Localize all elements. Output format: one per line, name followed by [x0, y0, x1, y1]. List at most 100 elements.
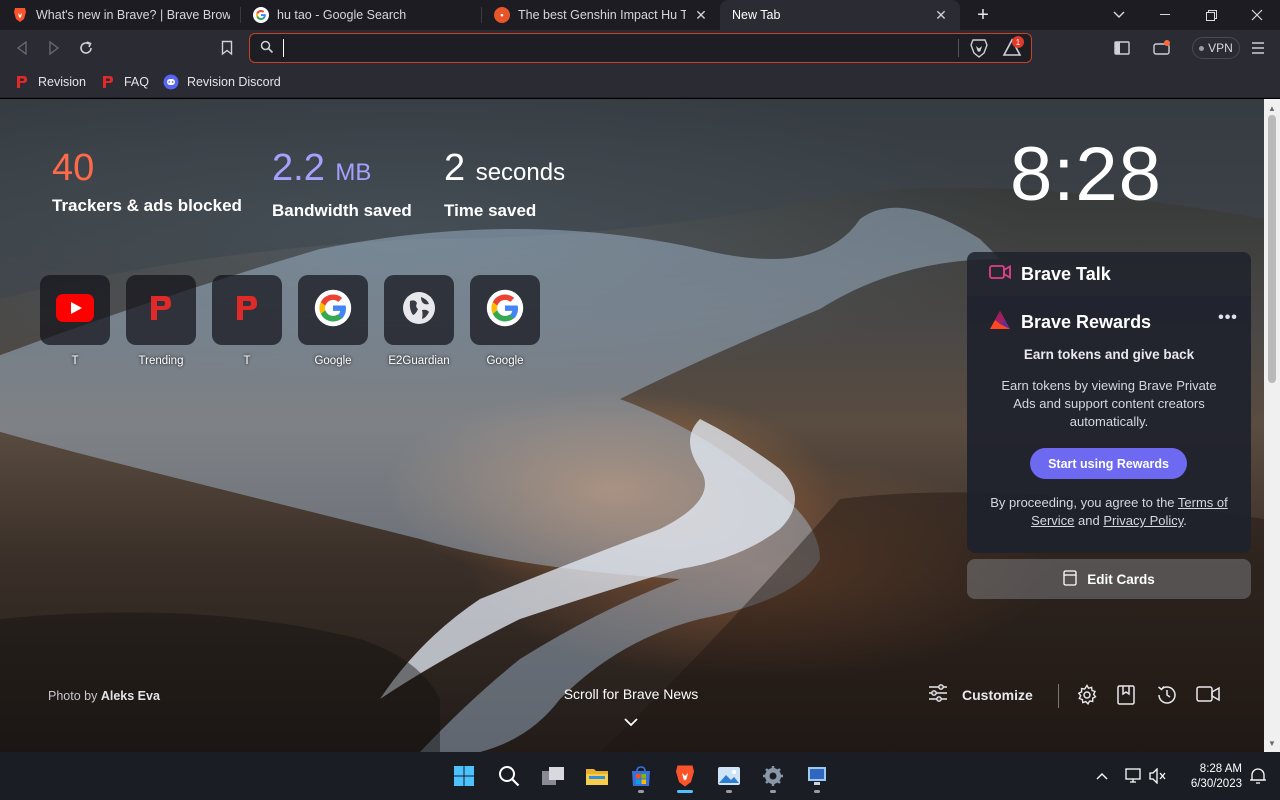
bookmark-icon[interactable]: [215, 36, 239, 60]
close-window-icon[interactable]: [1234, 0, 1280, 30]
close-tab-icon[interactable]: ✕: [932, 6, 950, 24]
scroll-up-icon[interactable]: ▲: [1264, 101, 1280, 115]
tab-title: The best Genshin Impact Hu Tao build: [518, 8, 686, 22]
google-icon: [314, 289, 352, 332]
trackers-label: Trackers & ads blocked: [52, 196, 242, 215]
more-options-icon[interactable]: •••: [1216, 306, 1240, 330]
microsoft-store-icon[interactable]: [629, 764, 653, 788]
new-tab-button[interactable]: +: [968, 0, 998, 30]
bookmarks-icon[interactable]: [1116, 684, 1140, 708]
revision-icon: [235, 293, 259, 328]
scrollbar-thumb[interactable]: [1268, 115, 1276, 383]
brave-browser-taskbar-icon[interactable]: [673, 764, 697, 788]
vpn-button[interactable]: VPN: [1192, 37, 1240, 59]
wallet-icon[interactable]: [1150, 36, 1174, 60]
brave-talk-card[interactable]: Brave Talk: [967, 252, 1251, 296]
remote-desktop-icon[interactable]: [805, 764, 829, 788]
privacy-policy-link[interactable]: Privacy Policy: [1103, 513, 1183, 528]
task-view-icon[interactable]: [541, 764, 565, 788]
stat-trackers: 40 Trackers & ads blocked: [52, 146, 242, 216]
notifications-icon[interactable]: [1246, 764, 1270, 788]
globe-icon: [402, 291, 436, 330]
rewards-subtitle: Earn tokens and give back: [1023, 347, 1195, 362]
bandwidth-value: 2.2: [272, 147, 325, 189]
photographer-link[interactable]: Aleks Eva: [101, 689, 160, 703]
tab-google-search[interactable]: hu tao - Google Search: [241, 0, 481, 30]
revision-icon: [149, 293, 173, 328]
sidebar-icon[interactable]: [1110, 36, 1134, 60]
taskbar-search-icon[interactable]: [497, 764, 521, 788]
bandwidth-unit: MB: [335, 159, 372, 186]
search-icon: [260, 40, 274, 59]
tray-chevron-up-icon[interactable]: [1090, 764, 1114, 788]
bookmark-faq[interactable]: FAQ: [100, 74, 149, 90]
back-icon[interactable]: [10, 36, 34, 60]
address-input[interactable]: [280, 39, 940, 57]
edit-cards-icon: [1063, 569, 1077, 589]
chevron-down-icon[interactable]: [621, 715, 641, 729]
taskbar-date: 6/30/2023: [1190, 778, 1242, 790]
reload-icon[interactable]: [74, 36, 98, 60]
time-value: 2: [444, 147, 466, 189]
settings-app-icon[interactable]: [761, 764, 785, 788]
rewards-title: Brave Rewards: [1021, 312, 1152, 332]
bandwidth-label: Bandwidth saved: [272, 201, 412, 220]
site-icon: •: [494, 7, 510, 23]
file-explorer-icon[interactable]: [585, 764, 609, 788]
top-site-google[interactable]: Google: [298, 275, 368, 367]
history-icon[interactable]: [1156, 684, 1180, 708]
scroll-for-brave-news[interactable]: Scroll for Brave News: [531, 686, 731, 702]
customize-button[interactable]: Customize: [928, 684, 1033, 705]
bookmark-revision-discord[interactable]: Revision Discord: [163, 74, 281, 90]
top-site-label: E2Guardian: [388, 355, 450, 367]
tab-title: New Tab: [732, 8, 781, 22]
volume-muted-icon[interactable]: [1146, 764, 1170, 788]
google-icon: [253, 7, 269, 23]
top-site-label: Google: [486, 355, 524, 367]
tab-new-tab[interactable]: New Tab ✕: [720, 0, 960, 30]
bookmark-revision[interactable]: Revision: [14, 74, 86, 90]
photos-app-icon[interactable]: [717, 764, 741, 788]
revision-icon: [100, 74, 116, 90]
forward-icon[interactable]: [42, 36, 66, 60]
tab-genshin-article[interactable]: • The best Genshin Impact Hu Tao build ✕: [482, 0, 720, 30]
rewards-description: Earn tokens by viewing Brave Private Ads…: [1001, 378, 1217, 429]
tab-title: What's new in Brave? | Brave Browser: [36, 8, 230, 22]
minimize-icon[interactable]: [1142, 0, 1188, 30]
menu-icon[interactable]: [1246, 36, 1270, 60]
rewards-legal-text: By proceeding, you agree to the Terms of…: [990, 495, 1228, 528]
bat-triangle-icon: [989, 310, 1011, 335]
restore-icon[interactable]: [1188, 0, 1234, 30]
brave-talk-icon[interactable]: [1196, 684, 1220, 708]
top-site-label: Google: [314, 355, 352, 367]
top-site-e2guardian[interactable]: E2Guardian: [384, 275, 454, 367]
start-using-rewards-button[interactable]: Start using Rewards: [1030, 448, 1187, 479]
close-tab-icon[interactable]: ✕: [692, 6, 710, 24]
top-site-youtube[interactable]: T: [40, 275, 110, 367]
top-site-google-2[interactable]: Google: [470, 275, 540, 367]
tab-search-chevron-icon[interactable]: [1096, 0, 1142, 30]
tab-whats-new[interactable]: What's new in Brave? | Brave Browser: [0, 0, 240, 30]
windows-start-icon[interactable]: [452, 764, 476, 788]
network-icon[interactable]: [1122, 764, 1146, 788]
edit-cards-button[interactable]: Edit Cards: [967, 559, 1251, 599]
page-scrollbar[interactable]: ▲ ▼: [1264, 99, 1280, 752]
scroll-down-icon[interactable]: ▼: [1264, 736, 1280, 750]
stat-time: 2 seconds Time saved: [444, 146, 565, 221]
trackers-count: 40: [52, 147, 95, 189]
sliders-icon: [928, 684, 948, 705]
address-bar[interactable]: 1: [249, 33, 1032, 63]
revision-icon: [14, 74, 30, 90]
top-site-trending[interactable]: Trending: [126, 275, 196, 367]
rewards-header: Brave Rewards: [989, 310, 1151, 335]
brave-shields-icon[interactable]: [970, 39, 988, 63]
settings-gear-icon[interactable]: [1076, 684, 1100, 708]
google-icon: [486, 289, 524, 332]
brave-lion-icon: [12, 7, 28, 23]
taskbar-clock[interactable]: 8:28 AM 6/30/2023: [1176, 762, 1242, 792]
rewards-badge: 1: [1012, 36, 1024, 48]
tab-title: hu tao - Google Search: [277, 8, 407, 22]
top-site-t[interactable]: T: [212, 275, 282, 367]
stat-bandwidth: 2.2 MB Bandwidth saved: [272, 146, 412, 221]
photo-credit: Photo by Aleks Eva: [48, 689, 160, 703]
